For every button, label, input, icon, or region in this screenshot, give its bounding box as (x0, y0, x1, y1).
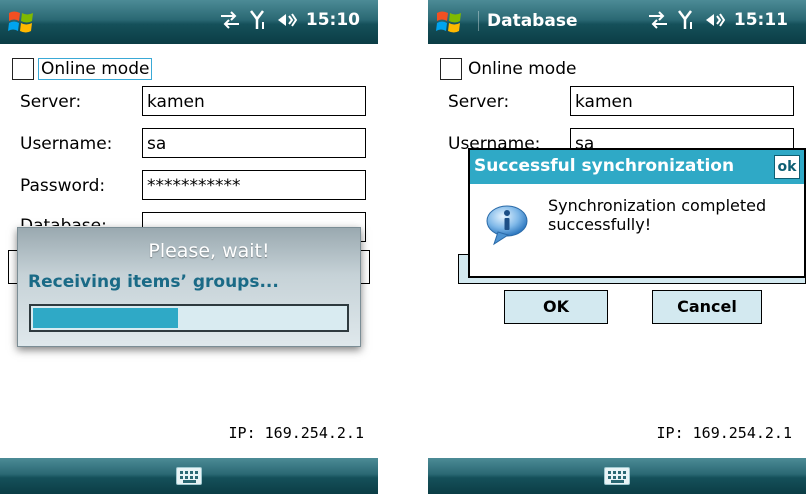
connectivity-icon[interactable] (219, 11, 241, 29)
signal-icon[interactable] (249, 10, 268, 30)
online-mode-checkbox[interactable] (440, 58, 462, 80)
dialog-ok-button[interactable]: ok (774, 155, 800, 179)
right-screen: Database 15:11 Online mode Server: kamen… (428, 0, 806, 494)
online-mode-row[interactable]: Online mode (12, 56, 153, 82)
ip-address: IP: 169.254.2.1 (228, 424, 364, 442)
password-input[interactable]: *********** (142, 170, 366, 200)
wait-message: Receiving items’ groups... (28, 272, 279, 292)
keyboard-icon[interactable] (176, 467, 202, 485)
sync-dialog: Successful synchronization ok Synchroniz… (468, 148, 806, 278)
title-bar: 15:10 (0, 0, 378, 44)
username-input[interactable]: sa (142, 128, 366, 158)
signal-icon[interactable] (677, 10, 696, 30)
keyboard-icon[interactable] (604, 467, 630, 485)
password-label: Password: (20, 176, 106, 196)
wait-dialog: Please, wait! Receiving items’ groups... (17, 227, 361, 347)
online-mode-label[interactable]: Online mode (466, 59, 578, 79)
app-title: Database (478, 11, 577, 31)
username-label: Username: (20, 134, 113, 154)
online-mode-row[interactable]: Online mode (440, 56, 578, 82)
dialog-message: Synchronization completed successfully! (548, 196, 767, 234)
ip-address: IP: 169.254.2.1 (656, 424, 792, 442)
online-mode-checkbox[interactable] (12, 58, 34, 80)
status-icons: 15:11 (647, 10, 788, 30)
windows-start-icon[interactable] (6, 7, 36, 37)
status-icons: 15:10 (219, 10, 360, 30)
windows-start-icon[interactable] (434, 7, 464, 37)
online-mode-label[interactable]: Online mode (38, 58, 153, 80)
server-label: Server: (20, 92, 82, 112)
ok-button[interactable]: OK (504, 290, 608, 324)
database-label: Database: (20, 216, 107, 226)
server-label: Server: (448, 92, 510, 112)
dialog-title: Successful synchronization (470, 150, 804, 184)
server-input[interactable]: kamen (142, 86, 366, 116)
info-icon (484, 202, 530, 252)
left-screen: 15:10 Online mode Server: kamen Username… (0, 0, 378, 494)
cancel-button[interactable]: Cancel (652, 290, 762, 324)
soft-key-bar (428, 458, 806, 494)
volume-icon[interactable] (277, 11, 297, 29)
progress-fill (33, 308, 178, 328)
clock[interactable]: 15:11 (734, 10, 788, 30)
progress-bar (29, 304, 349, 332)
volume-icon[interactable] (705, 11, 725, 29)
connectivity-icon[interactable] (647, 11, 669, 29)
wait-title: Please, wait! (148, 240, 270, 262)
title-bar: Database 15:11 (428, 0, 806, 44)
soft-key-bar (0, 458, 378, 494)
clock[interactable]: 15:10 (306, 10, 360, 30)
server-input[interactable]: kamen (570, 86, 794, 116)
